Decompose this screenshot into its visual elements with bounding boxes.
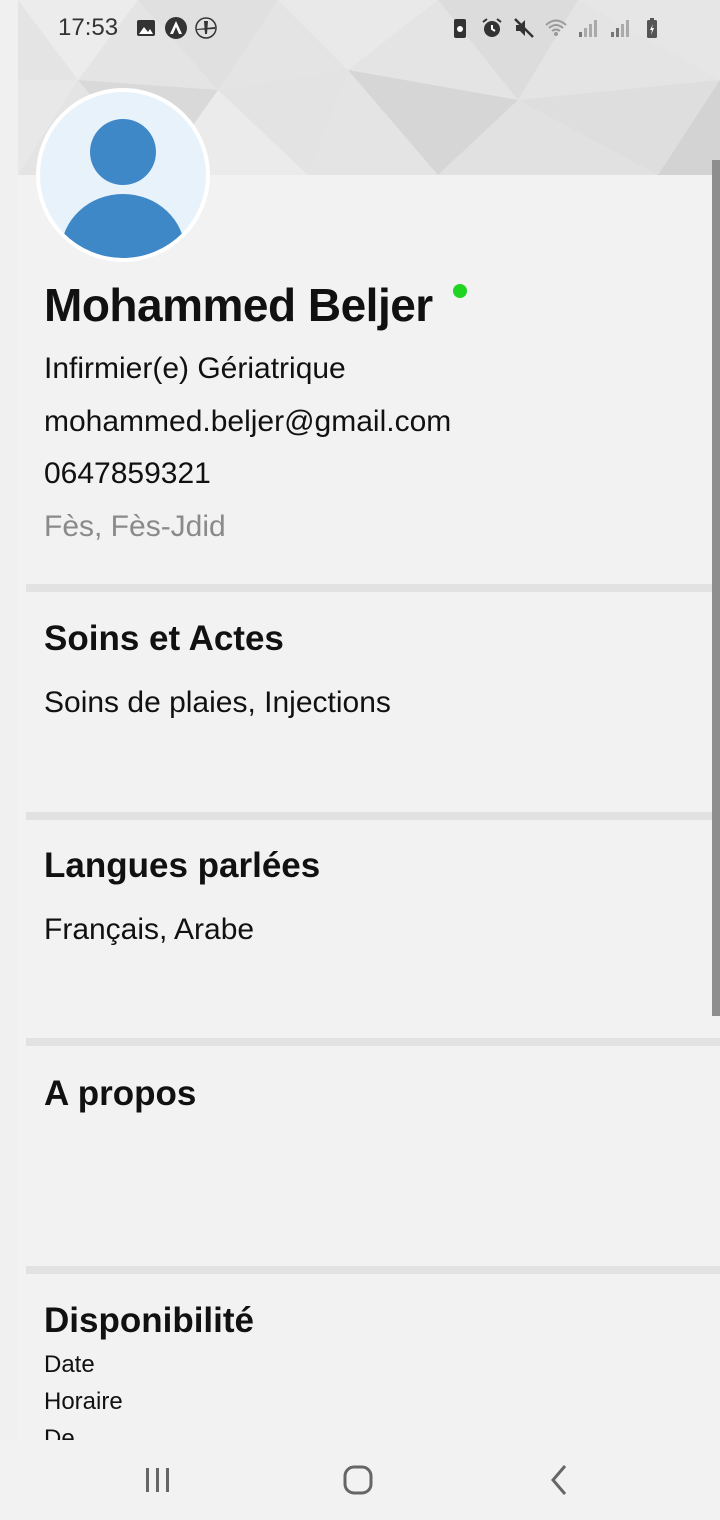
battery-saver-icon bbox=[454, 19, 466, 38]
section-divider bbox=[26, 584, 720, 592]
section-title-soins: Soins et Actes bbox=[44, 619, 284, 658]
wifi-icon bbox=[545, 19, 567, 36]
airplane-app-icon bbox=[195, 17, 217, 39]
signal-icon bbox=[579, 20, 597, 37]
left-edge bbox=[0, 0, 18, 1440]
user-avatar-icon bbox=[61, 119, 185, 258]
battery-icon bbox=[647, 18, 657, 38]
avatar[interactable] bbox=[36, 88, 210, 262]
section-title-langues: Langues parlées bbox=[44, 846, 321, 885]
back-button[interactable] bbox=[540, 1460, 580, 1500]
signal-icon bbox=[611, 20, 629, 37]
section-text-langues: Français, Arabe bbox=[44, 913, 255, 946]
disponibilite-date-label: Date bbox=[44, 1351, 95, 1378]
mute-icon bbox=[514, 18, 534, 38]
profile-role: Infirmier(e) Gériatrique bbox=[44, 352, 346, 385]
profile-email[interactable]: mohammed.beljer@gmail.com bbox=[44, 405, 451, 439]
disponibilite-horaire-label: Horaire bbox=[44, 1388, 123, 1415]
app-logo-icon bbox=[165, 17, 187, 39]
status-bar: 17:53 bbox=[0, 0, 720, 58]
section-divider bbox=[26, 812, 720, 820]
section-title-apropos: A propos bbox=[44, 1074, 197, 1113]
recent-apps-button[interactable] bbox=[138, 1460, 178, 1500]
scrollbar[interactable] bbox=[712, 160, 720, 1016]
section-divider bbox=[26, 1266, 720, 1274]
profile-name: Mohammed Beljer bbox=[44, 279, 433, 331]
alarm-icon bbox=[482, 18, 502, 37]
profile-name-row: Mohammed Beljer bbox=[44, 278, 467, 332]
home-button[interactable] bbox=[338, 1460, 378, 1500]
section-divider bbox=[26, 1038, 720, 1046]
image-icon bbox=[137, 20, 155, 36]
profile-location: Fès, Fès-Jdid bbox=[44, 510, 226, 543]
section-title-disponibilite: Disponibilité bbox=[44, 1301, 254, 1340]
status-time: 17:53 bbox=[58, 14, 119, 41]
online-status-dot bbox=[452, 284, 467, 298]
navigation-bar bbox=[0, 1440, 720, 1520]
profile-phone[interactable]: 0647859321 bbox=[44, 457, 211, 491]
section-text-soins: Soins de plaies, Injections bbox=[44, 686, 391, 719]
